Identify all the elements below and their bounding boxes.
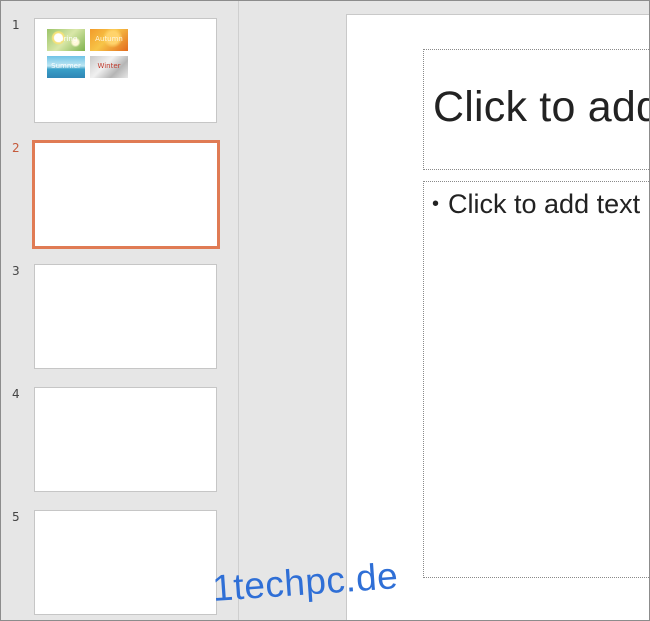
title-placeholder-text: Click to add title [433,83,649,131]
bullet-line: • Click to add text [432,189,640,220]
slide-thumbnail-3[interactable] [34,264,217,369]
content-placeholder-text: Click to add text [448,189,641,219]
slide-number-4: 4 [12,387,20,401]
winter-photo-tile: Winter [90,56,128,78]
autumn-label: Autumn [95,35,123,43]
slide-number-3: 3 [12,264,20,278]
slide-number-5: 5 [12,510,20,524]
title-placeholder[interactable]: Click to add title [423,49,649,170]
slide-canvas[interactable]: Click to add title • Click to add text [346,14,649,620]
content-placeholder[interactable]: • Click to add text [423,181,649,578]
autumn-photo-tile: Autumn [90,29,128,51]
winter-label: Winter [97,62,121,70]
slide-thumbnail-5[interactable] [34,510,217,615]
summer-label: Summer [51,62,81,70]
slide-number-1: 1 [12,18,20,32]
slide-number-2: 2 [12,141,20,155]
slide-thumbnail-4[interactable] [34,387,217,492]
slide-thumbnail-1[interactable]: Spring Autumn Summer Winter [34,18,217,123]
slide-thumbnail-panel[interactable]: 1 Spring Autumn Summer Winter 2 3 4 5 [1,1,239,620]
powerpoint-window: 1 Spring Autumn Summer Winter 2 3 4 5 Cl… [0,0,650,621]
summer-photo-tile: Summer [47,56,85,78]
spring-photo-tile: Spring [47,29,85,51]
spring-label: Spring [54,35,78,43]
bullet-glyph: • [432,193,440,215]
slide-thumbnail-2[interactable] [32,140,220,249]
slide-editing-area: Click to add title • Click to add text [239,1,649,620]
